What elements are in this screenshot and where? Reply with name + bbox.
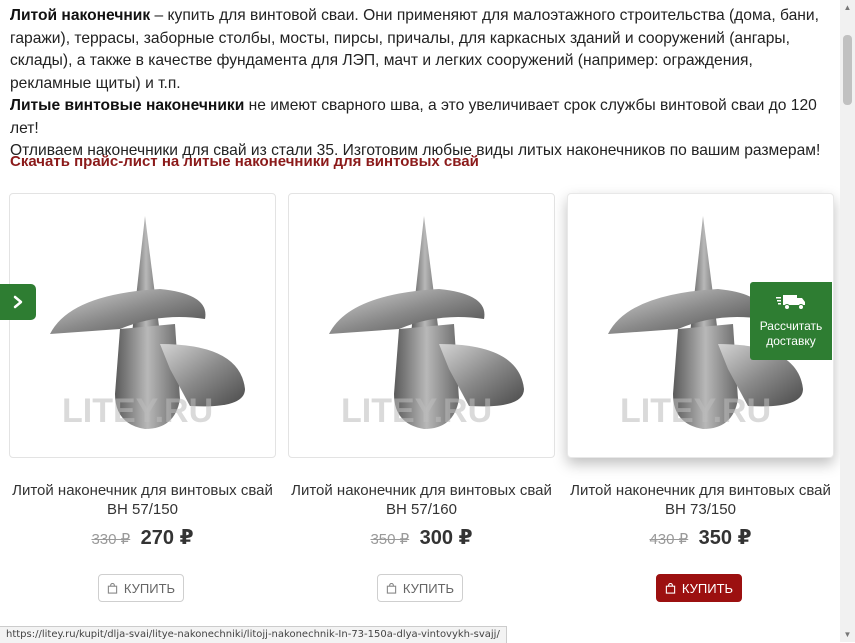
svg-text:LITEY.RU: LITEY.RU [341, 392, 492, 430]
screw-pile-tip-image: LITEY.RU [50, 216, 245, 430]
shopping-bag-icon [386, 582, 397, 594]
product-title[interactable]: Литой наконечник для винтовых свай ВН 73… [567, 481, 834, 519]
product-image[interactable]: LITEY.RU [9, 193, 276, 458]
buy-button-label: КУПИТЬ [402, 580, 455, 596]
product-image[interactable]: LITEY.RU [288, 193, 555, 458]
current-price: 300 ₽ [419, 527, 473, 549]
current-price: 270 ₽ [140, 527, 194, 549]
chevron-right-icon [13, 295, 23, 309]
truck-icon [776, 295, 805, 310]
scroll-down-arrow-icon[interactable]: ▼ [840, 627, 855, 642]
current-price: 350 ₽ [698, 527, 752, 549]
product-prices: 350 ₽ 300 ₽ [288, 525, 555, 550]
svg-text:LITEY.RU: LITEY.RU [62, 392, 213, 430]
shopping-bag-icon [107, 582, 118, 594]
product-prices: 330 ₽ 270 ₽ [9, 525, 276, 550]
product-title[interactable]: Литой наконечник для винтовых свай ВН 57… [288, 481, 555, 519]
vertical-scrollbar[interactable]: ▲ ▼ [840, 0, 855, 642]
intro-bold-2: Литые винтовые наконечники [10, 97, 245, 114]
screw-pile-tip-image: LITEY.RU [329, 216, 524, 430]
buy-button[interactable]: КУПИТЬ [656, 574, 742, 602]
status-bar-url: https://litey.ru/kupit/dlja-svai/litye-n… [0, 626, 507, 643]
scrollbar-thumb[interactable] [843, 35, 852, 105]
svg-text:LITEY.RU: LITEY.RU [620, 392, 771, 430]
old-price: 350 ₽ [370, 531, 410, 548]
download-price-list-link[interactable]: Скачать прайс-лист на литые наконечники … [10, 153, 479, 170]
buy-button[interactable]: КУПИТЬ [377, 574, 463, 602]
carousel-next-button[interactable] [0, 284, 36, 320]
buy-button-label: КУПИТЬ [681, 580, 734, 596]
old-price: 330 ₽ [91, 531, 131, 548]
intro-bold-1: Литой наконечник [10, 7, 151, 24]
product-prices: 430 ₽ 350 ₽ [567, 525, 834, 550]
buy-button[interactable]: КУПИТЬ [98, 574, 184, 602]
product-title[interactable]: Литой наконечник для винтовых свай ВН 57… [9, 481, 276, 519]
page-content: Литой наконечник – купить для винтовой с… [0, 0, 840, 642]
calculate-delivery-label: Рассчитать доставку [759, 319, 823, 348]
old-price: 430 ₽ [649, 531, 689, 548]
scroll-up-arrow-icon[interactable]: ▲ [840, 0, 855, 15]
calculate-delivery-button[interactable]: Рассчитать доставку [750, 282, 832, 360]
buy-button-label: КУПИТЬ [123, 580, 176, 596]
shopping-bag-icon [665, 582, 676, 594]
product-description: Литой наконечник – купить для винтовой с… [10, 5, 835, 163]
